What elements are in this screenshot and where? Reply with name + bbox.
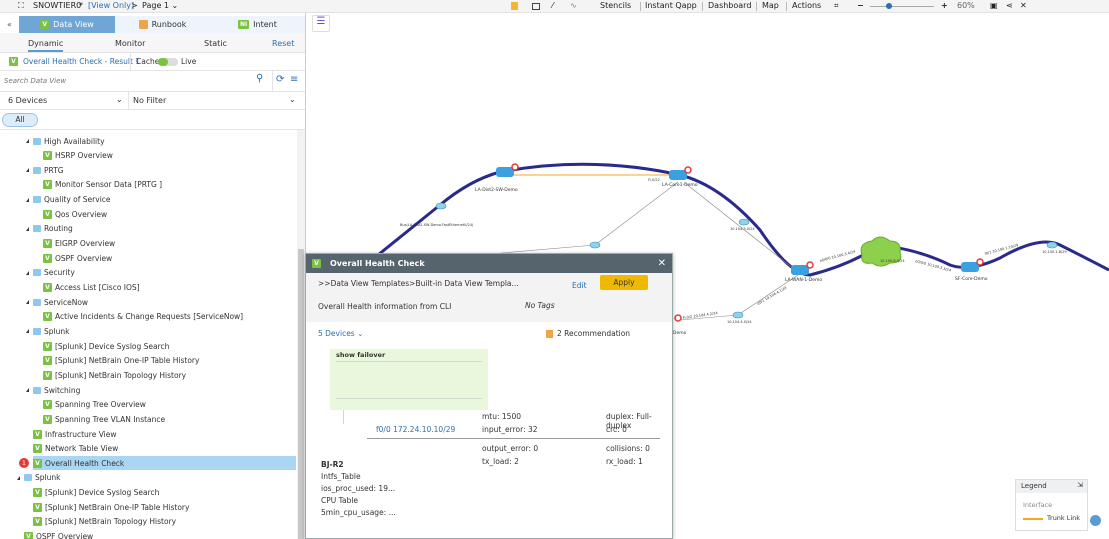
device-icon <box>496 167 514 177</box>
map-label: LA-WAN-1-Demo <box>785 277 822 283</box>
legend-section: Interface <box>1023 501 1053 509</box>
close-icon[interactable]: ✕ <box>658 258 666 269</box>
trunk-link-swatch <box>1023 518 1043 520</box>
map-label: Demo <box>673 330 687 336</box>
chat-icon[interactable] <box>1090 515 1101 526</box>
stat-value: tx_load: 2 <box>482 457 519 466</box>
map-label: Fi.0/2 10.104.4.2/24 <box>683 311 719 320</box>
alert-icon <box>806 261 814 269</box>
subnet-icon <box>435 202 447 210</box>
map-label: e0/1 10.104.4.1/24 <box>757 285 789 306</box>
recommendation-icon <box>546 330 553 338</box>
device-icon <box>791 265 809 275</box>
stat-value: rx_load: 1 <box>606 457 643 466</box>
map-label: e0/0/0 10.100.3.3/24 <box>915 259 952 273</box>
map-label: SF-Core-Demo <box>955 276 988 282</box>
recommendation-link[interactable]: 2 Recommendation <box>557 329 630 338</box>
alert-icon <box>684 166 692 174</box>
collapse-legend-icon[interactable]: ⇲ <box>1077 481 1083 489</box>
template-description: Overall Health information from CLI <box>318 302 452 311</box>
interface-link[interactable]: f0/0 172.24.10.10/29 <box>376 425 455 434</box>
map-label: Fi.0/22 <box>648 178 660 182</box>
stat-value: collisions: 0 <box>606 444 650 453</box>
template-path: >>Data View Templates>Built-in Data View… <box>318 279 519 288</box>
device-detail: CPU Table <box>321 496 359 505</box>
alert-icon <box>511 163 519 171</box>
devices-count: 5 Devices <box>318 329 355 338</box>
subnet-icon <box>732 311 744 319</box>
devices-dropdown[interactable]: 5 Devices ⌄ <box>318 329 363 338</box>
map-label: 10.100.8.0/24 <box>880 259 905 263</box>
alert-icon <box>674 314 682 322</box>
stat-value: output_error: 0 <box>482 444 539 453</box>
tags-label: No Tags <box>525 301 555 310</box>
apply-button[interactable]: Apply <box>600 275 648 290</box>
template-info: >>Data View Templates>Built-in Data View… <box>306 273 672 322</box>
command-label: show failover <box>336 351 386 359</box>
map-label: LA-Dist2-SW-Demo <box>475 187 518 193</box>
device-detail: Intfs_Table <box>321 472 361 481</box>
map-label: Bus(LA-Dist2-SW-Demo.FastEthernet0/24) <box>400 223 474 227</box>
map-label: LA-Core1-Demo <box>662 182 698 188</box>
data-view-icon: V <box>312 259 321 268</box>
link <box>594 181 679 246</box>
legend-title: Legend <box>1021 482 1047 490</box>
stat-value: input_error: 32 <box>482 425 538 434</box>
alert-icon <box>976 258 984 266</box>
overall-health-check-dialog: V Overall Health Check ✕ >>Data View Tem… <box>305 253 673 539</box>
map-label: 10.104.3.0/24 <box>730 227 755 231</box>
legend-panel: Legend ⇲ Interface Trunk Link <box>1015 479 1088 531</box>
dialog-title: Overall Health Check <box>330 259 425 268</box>
device-icon <box>961 262 979 272</box>
legend-item-trunk-link: Trunk Link <box>1047 514 1081 522</box>
subnet-icon <box>738 218 750 226</box>
subnet-icon <box>1046 241 1058 249</box>
command-output-box: show failover <box>330 349 488 410</box>
subnet-icon <box>589 241 601 249</box>
stat-value: mtu: 1500 <box>482 412 521 421</box>
device-detail: 5min_cpu_usage: ... <box>321 508 396 517</box>
edit-button[interactable]: Edit <box>572 281 587 290</box>
stat-value: crc: 0 <box>606 425 627 434</box>
map-label: 10.100.1.8/29 <box>1042 250 1067 254</box>
dialog-header: V Overall Health Check ✕ <box>306 254 672 273</box>
device-name: BJ-R2 <box>321 460 344 469</box>
device-detail: ios_proc_used: 19... <box>321 484 396 493</box>
map-label: 10.104.4.0/24 <box>727 320 752 324</box>
device-icon <box>669 170 687 180</box>
